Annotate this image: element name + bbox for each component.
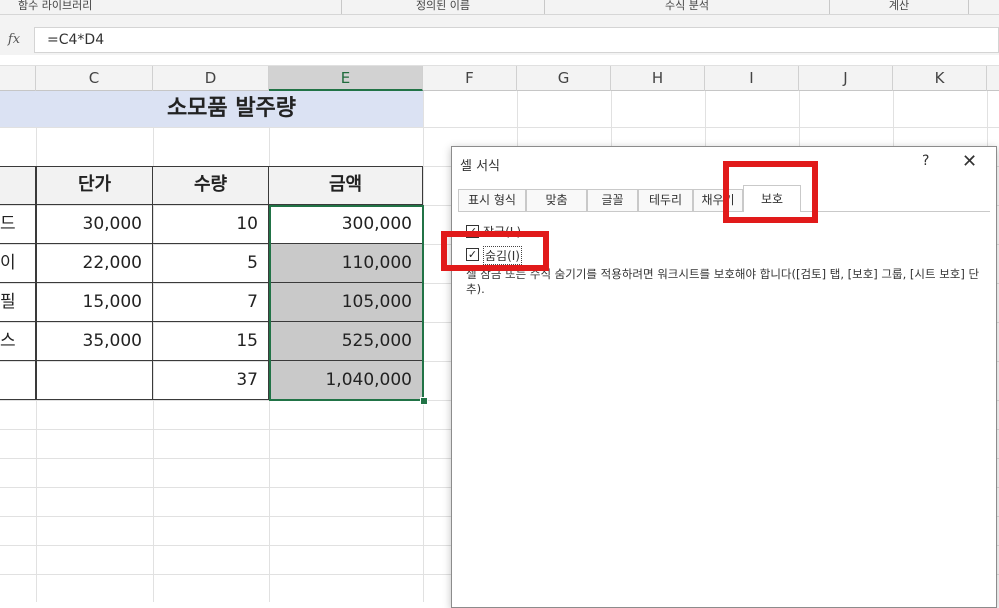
price-cell[interactable]: 22,000: [36, 244, 153, 283]
price-cell[interactable]: 35,000: [36, 322, 153, 361]
header-cell-price[interactable]: 단가: [36, 166, 153, 205]
column-header-e[interactable]: E: [269, 66, 423, 91]
total-qty-cell[interactable]: 37: [153, 361, 269, 400]
qty-cell[interactable]: 15: [153, 322, 269, 361]
qty-cell[interactable]: 10: [153, 205, 269, 244]
fill-handle[interactable]: [420, 397, 428, 405]
ribbon-group-formula-auditing: 수식 분석: [545, 0, 830, 14]
ribbon-group-function-library: 함수 라이브러리: [0, 0, 342, 14]
item-cell[interactable]: 필: [0, 283, 36, 322]
price-cell[interactable]: [36, 361, 153, 400]
price-cell[interactable]: 15,000: [36, 283, 153, 322]
item-cell[interactable]: [0, 361, 36, 400]
help-icon[interactable]: ?: [922, 153, 929, 169]
protection-note: 셀 잠금 또는 수식 숨기기를 적용하려면 워크시트를 보호해야 합니다([검토…: [466, 267, 980, 296]
column-header-j[interactable]: J: [799, 66, 893, 91]
ribbon-group-labels: 함수 라이브러리 정의된 이름 수식 분석 계산: [0, 0, 999, 15]
item-cell[interactable]: 스: [0, 322, 36, 361]
column-header-k[interactable]: K: [893, 66, 987, 91]
ribbon-group-defined-names: 정의된 이름: [342, 0, 545, 14]
selection-border: [269, 205, 424, 401]
ribbon-group-calculation: 계산: [830, 0, 969, 14]
column-headers: C D E F G H I J K: [0, 65, 999, 91]
header-cell-item[interactable]: [0, 166, 36, 205]
sheet-title[interactable]: 소모품 발주량: [0, 91, 423, 127]
qty-cell[interactable]: 7: [153, 283, 269, 322]
header-cell-amount[interactable]: 금액: [269, 166, 423, 205]
column-header-h[interactable]: H: [611, 66, 705, 91]
function-icon[interactable]: fx: [0, 27, 28, 53]
header-cell-qty[interactable]: 수량: [153, 166, 269, 205]
tab-alignment[interactable]: 맞춤: [526, 189, 587, 211]
dialog-title: 셀 서식: [460, 159, 501, 174]
tab-font[interactable]: 글꼴: [587, 189, 638, 211]
column-header-g[interactable]: G: [517, 66, 611, 91]
item-cell[interactable]: 드: [0, 205, 36, 244]
highlight-hide-checkbox: [441, 231, 549, 271]
column-header-b[interactable]: [0, 66, 36, 91]
column-header-f[interactable]: F: [423, 66, 517, 91]
item-cell[interactable]: 이: [0, 244, 36, 283]
highlight-protection-tab: [723, 161, 818, 223]
tab-number[interactable]: 표시 형식: [458, 189, 526, 211]
column-header-c[interactable]: C: [36, 66, 153, 91]
qty-cell[interactable]: 5: [153, 244, 269, 283]
column-header-i[interactable]: I: [705, 66, 799, 91]
tab-border[interactable]: 테두리: [638, 189, 693, 211]
column-header-d[interactable]: D: [153, 66, 269, 91]
price-cell[interactable]: 30,000: [36, 205, 153, 244]
formula-input[interactable]: =C4*D4: [34, 27, 999, 53]
close-icon[interactable]: ✕: [962, 151, 977, 172]
